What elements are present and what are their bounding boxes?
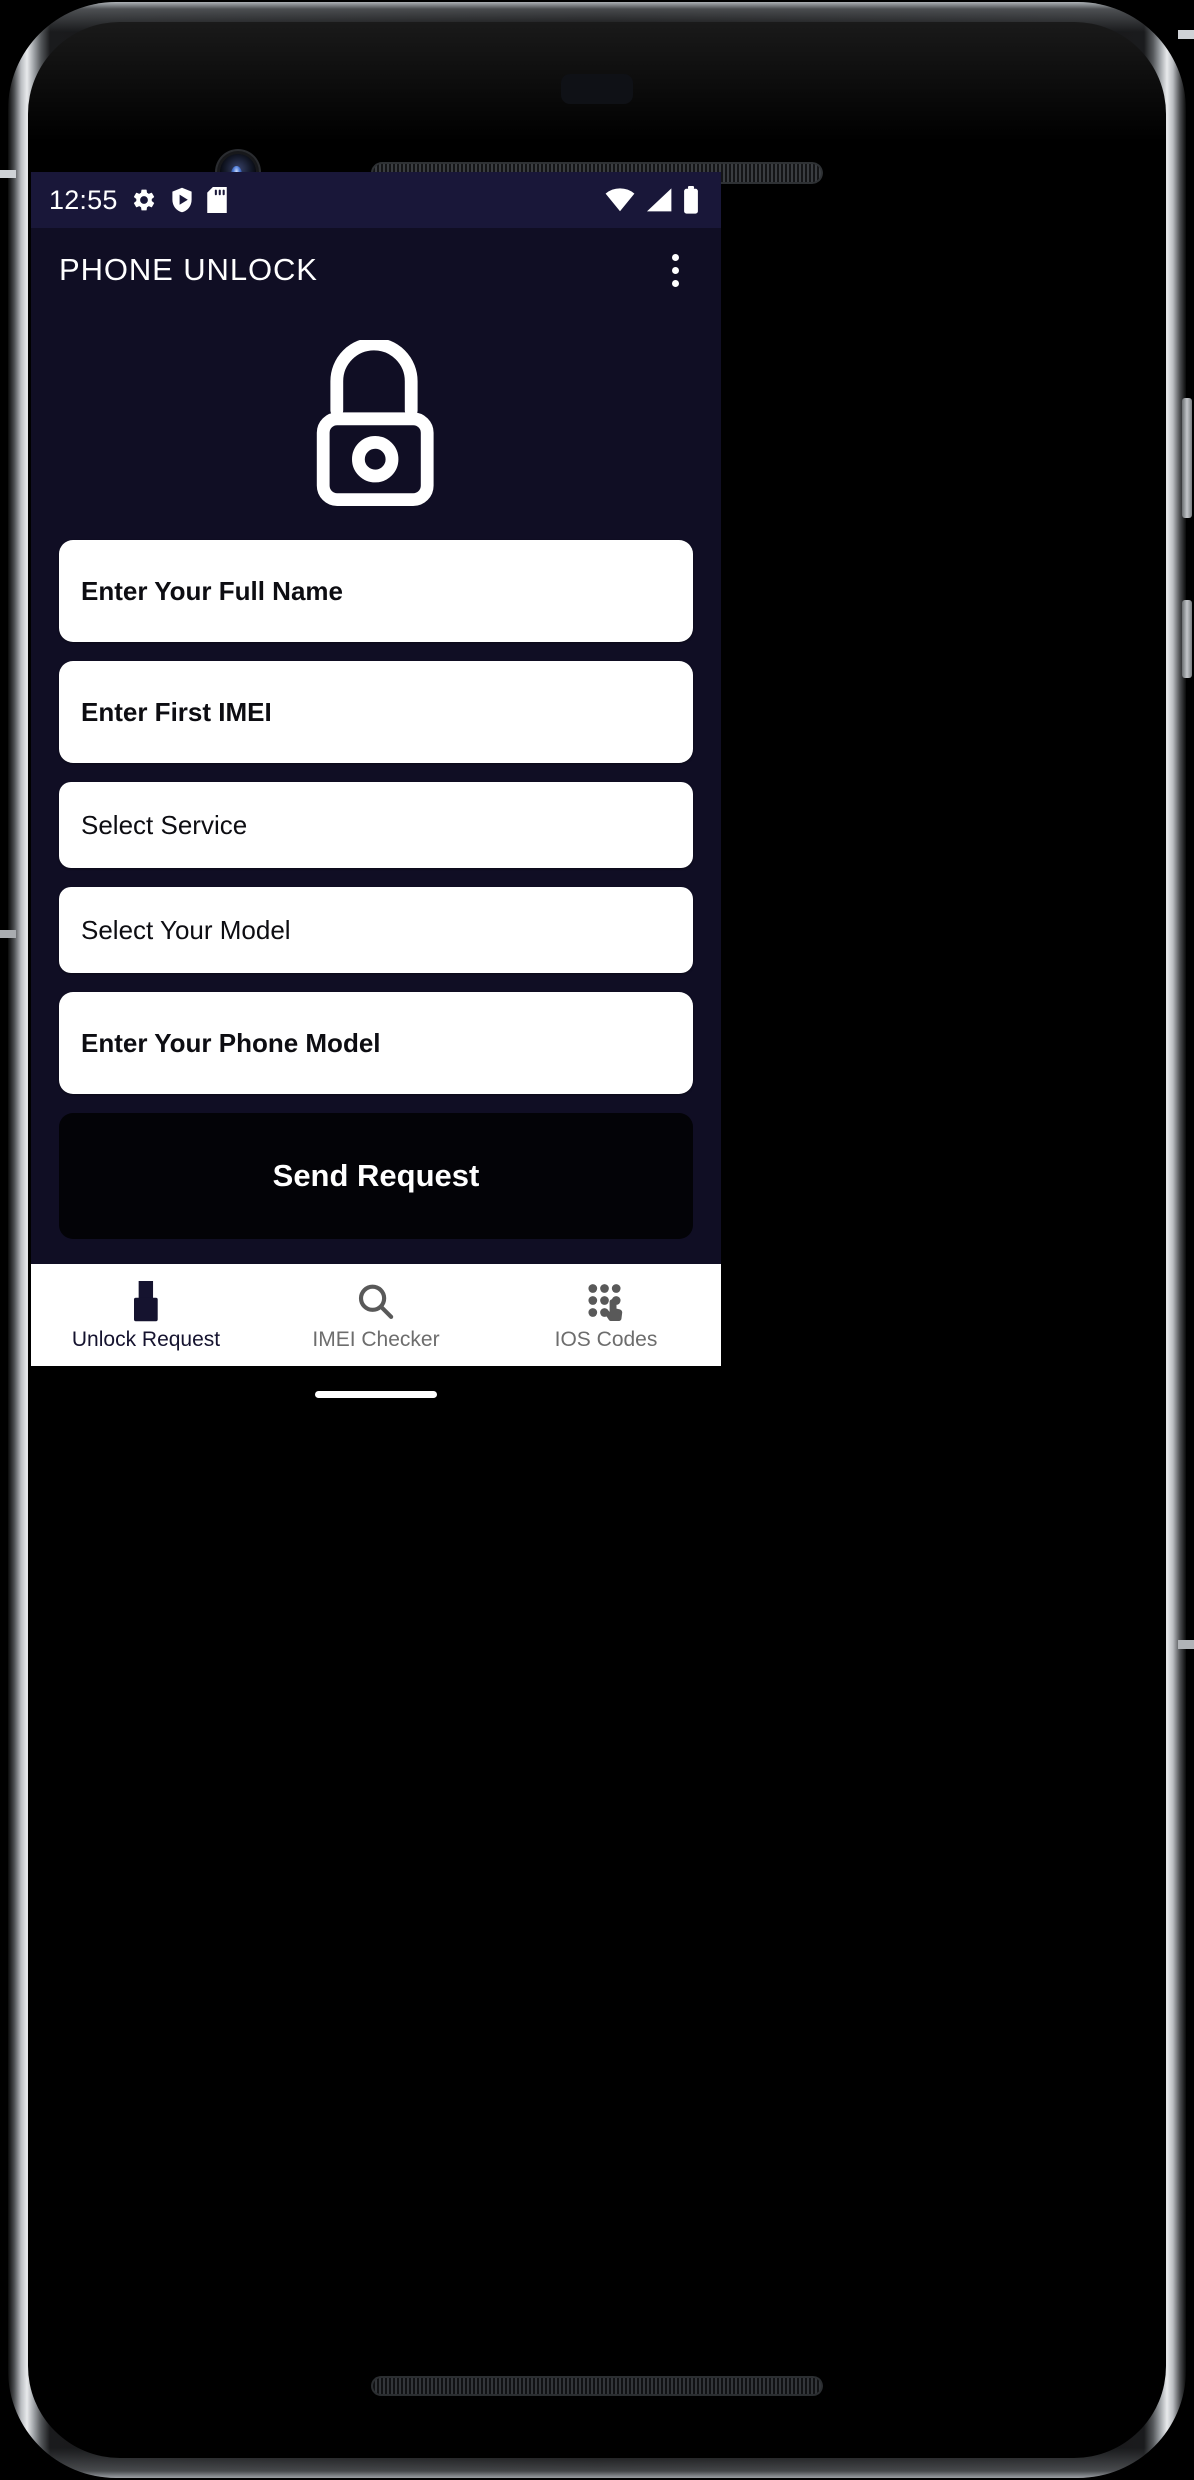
status-bar-clock: 12:55 bbox=[49, 184, 118, 215]
screenshot-stage: 12:55 PHONE UNLOCK Enter Your Full Name … bbox=[0, 0, 1194, 2480]
search-icon bbox=[356, 1281, 396, 1323]
send-request-button-label: Send Request bbox=[272, 1158, 480, 1193]
sd-card-icon bbox=[206, 187, 227, 213]
first-imei-field-label: Enter First IMEI bbox=[81, 696, 272, 727]
battery-icon bbox=[683, 186, 699, 214]
bottom-navigation-bar: Unlock Request IMEI Checker IOS Codes bbox=[31, 1264, 721, 1366]
nav-item-ios-codes[interactable]: IOS Codes bbox=[491, 1264, 721, 1366]
full-name-field[interactable]: Enter Your Full Name bbox=[59, 540, 693, 642]
status-bar-left-cluster: 12:55 bbox=[49, 185, 227, 216]
gesture-home-pill[interactable] bbox=[315, 1390, 437, 1398]
send-request-button[interactable]: Send Request bbox=[59, 1113, 693, 1239]
nav-item-unlock-request-label: Unlock Request bbox=[71, 1327, 221, 1351]
open-padlock-icon bbox=[302, 337, 450, 513]
rail-seam-left-top bbox=[0, 170, 16, 178]
nav-item-imei-checker-label: IMEI Checker bbox=[312, 1327, 440, 1351]
more-vertical-icon[interactable] bbox=[653, 244, 697, 296]
select-model-dropdown[interactable]: Select Your Model bbox=[59, 887, 693, 973]
proximity-sensor-pad bbox=[561, 74, 633, 104]
play-protect-shield-icon bbox=[170, 187, 194, 213]
status-bar: 12:55 bbox=[31, 172, 721, 228]
select-service-label: Select Service bbox=[81, 809, 248, 840]
full-name-field-label: Enter Your Full Name bbox=[81, 575, 343, 606]
select-service-dropdown[interactable]: Select Service bbox=[59, 782, 693, 868]
unlock-request-form: Enter Your Full Name Enter First IMEI Se… bbox=[31, 540, 721, 1239]
hero-section bbox=[31, 312, 721, 540]
phone-model-field-label: Enter Your Phone Model bbox=[81, 1027, 381, 1058]
padlock-icon bbox=[126, 1280, 166, 1323]
nav-item-ios-codes-label: IOS Codes bbox=[554, 1327, 658, 1351]
nav-item-imei-checker[interactable]: IMEI Checker bbox=[261, 1264, 491, 1366]
wifi-icon bbox=[605, 187, 635, 213]
select-model-label: Select Your Model bbox=[81, 914, 291, 945]
rail-seam-right-top bbox=[1178, 30, 1194, 39]
volume-button[interactable] bbox=[1182, 600, 1192, 678]
app-bar: PHONE UNLOCK bbox=[31, 228, 721, 312]
cell-signal-icon bbox=[645, 187, 673, 213]
phone-screen: 12:55 PHONE UNLOCK Enter Your Full Name … bbox=[31, 172, 721, 1366]
power-button[interactable] bbox=[1182, 398, 1192, 518]
rail-seam-right-bottom bbox=[1178, 1640, 1194, 1649]
rail-seam-left-bottom bbox=[0, 930, 16, 938]
gear-icon bbox=[131, 187, 157, 213]
bottom-speaker-grille bbox=[371, 2376, 823, 2396]
page-title: PHONE UNLOCK bbox=[59, 252, 318, 287]
dialpad-tap-icon bbox=[585, 1281, 627, 1323]
gesture-nav-area bbox=[31, 1366, 721, 1422]
nav-item-unlock-request[interactable]: Unlock Request bbox=[31, 1264, 261, 1366]
phone-model-field[interactable]: Enter Your Phone Model bbox=[59, 992, 693, 1094]
status-bar-right-cluster bbox=[605, 186, 699, 214]
first-imei-field[interactable]: Enter First IMEI bbox=[59, 661, 693, 763]
